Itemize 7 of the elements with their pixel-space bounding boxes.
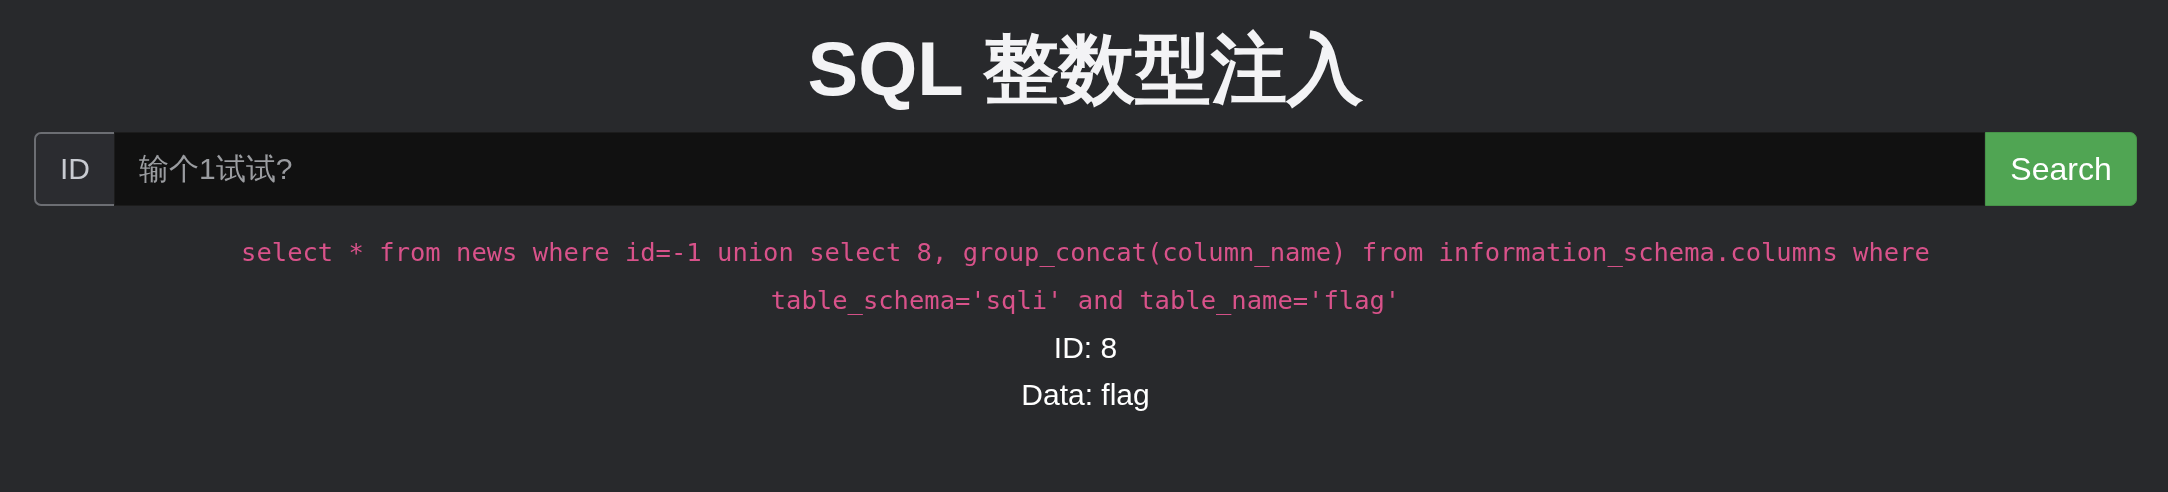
page-title: SQL 整数型注入 (807, 25, 1364, 113)
id-input-field[interactable]: 输个1试试? (114, 132, 1985, 206)
search-button[interactable]: Search (1985, 132, 2137, 206)
sql-query-text: select * from news where id=-1 union select 8, group_concat(column_name) from information_schema.columns where table_schema='sqli' and table_name='flag' (240, 236, 1931, 317)
result-text: ID: 8 (1053, 330, 1118, 366)
id-label: ID (34, 132, 114, 206)
result-text: Data: flag (1021, 377, 1150, 413)
